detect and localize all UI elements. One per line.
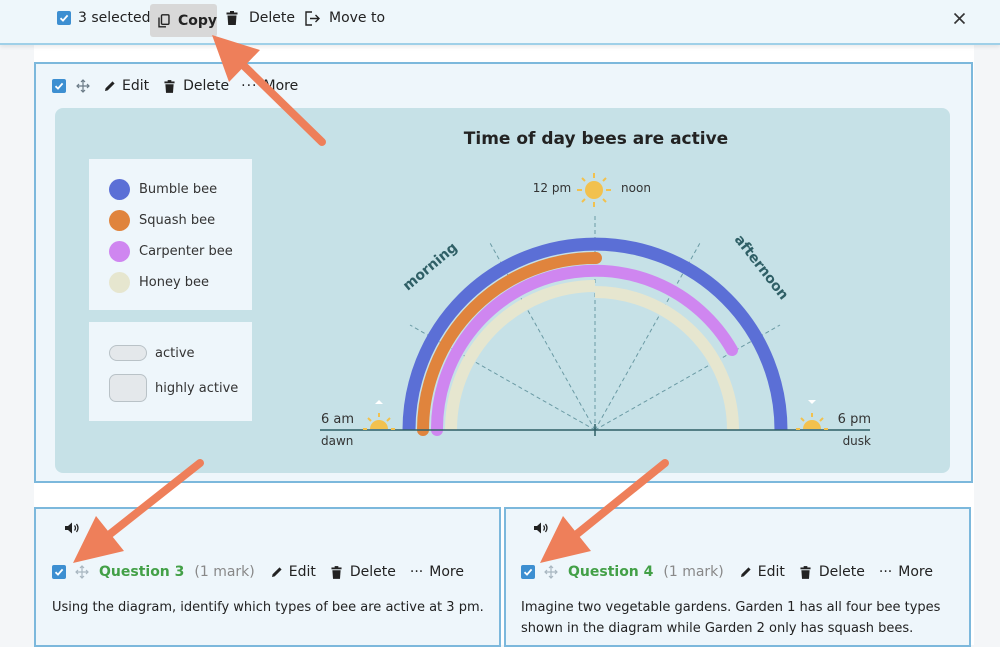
pencil-icon	[271, 567, 282, 577]
trash-icon	[226, 11, 238, 25]
ellipsis-icon: ···	[878, 564, 893, 580]
move-to-icon	[305, 10, 320, 26]
edit-label: Edit	[288, 564, 316, 580]
dusk-time-label: 6 pm	[838, 412, 871, 427]
edit-button[interactable]: Edit	[271, 564, 316, 580]
question-text: Using the diagram, identify which types …	[52, 597, 492, 618]
question-text-line: Imagine two vegetable gardens. Garden 1 …	[521, 600, 941, 615]
question-mark: (1 mark)	[194, 564, 255, 580]
noon-sun-icon	[577, 173, 611, 207]
morning-label: morning	[400, 240, 461, 295]
question-title[interactable]: Question 4	[568, 564, 653, 580]
delete-label: Delete	[249, 10, 295, 26]
question-mark: (1 mark)	[663, 564, 724, 580]
dawn-time-label: 6 am	[321, 412, 354, 427]
close-button[interactable]	[953, 0, 966, 36]
delete-button[interactable]: Delete	[331, 564, 396, 580]
edit-label: Edit	[757, 564, 785, 580]
drag-handle-icon[interactable]	[544, 565, 558, 579]
delete-button[interactable]: Delete	[800, 564, 865, 580]
select-all-toggle[interactable]: 3 selected	[57, 0, 150, 36]
checkbox-checked-icon[interactable]	[57, 11, 71, 25]
copy-label: Copy	[177, 12, 217, 29]
speaker-icon[interactable]	[533, 521, 549, 535]
selected-count: 3 selected	[78, 10, 151, 26]
more-label: More	[898, 564, 933, 580]
delete-label: Delete	[818, 564, 865, 580]
close-icon[interactable]	[953, 12, 966, 25]
speaker-icon[interactable]	[64, 521, 80, 535]
question-toolbar: Question 3 (1 mark) Edit Delete ··· More	[52, 564, 464, 580]
trash-icon	[800, 565, 811, 579]
honey-bee-arc-afternoon	[594, 286, 739, 431]
question-text: Imagine two vegetable gardens. Garden 1 …	[521, 597, 961, 639]
more-button[interactable]: ··· More	[410, 564, 464, 580]
selection-toolbar: 3 selected Copy Delete Move to	[0, 0, 1000, 45]
more-button[interactable]: ··· More	[879, 564, 933, 580]
sunrise-icon	[363, 400, 395, 430]
question-toolbar: Question 4 (1 mark) Edit Delete ··· More	[521, 564, 933, 580]
copy-icon	[158, 13, 170, 27]
more-label: More	[429, 564, 464, 580]
delete-label: Delete	[349, 564, 396, 580]
question-text-line: Using the diagram, identify which types …	[52, 600, 484, 615]
ellipsis-icon: ···	[409, 564, 424, 580]
copy-button[interactable]: Copy	[150, 4, 217, 37]
move-to-button[interactable]: Move to	[305, 0, 385, 36]
checkbox-checked-icon[interactable]	[52, 565, 66, 579]
delete-button[interactable]: Delete	[226, 0, 295, 36]
edit-button[interactable]: Edit	[740, 564, 785, 580]
dusk-word-label: dusk	[843, 434, 871, 448]
checkbox-checked-icon[interactable]	[521, 565, 535, 579]
trash-icon	[331, 565, 342, 579]
dawn-word-label: dawn	[321, 434, 353, 448]
pencil-icon	[740, 567, 751, 577]
noon-time-label: 12 pm	[533, 181, 571, 195]
figure-title: Time of day bees are active	[464, 129, 728, 149]
noon-word-label: noon	[621, 181, 651, 195]
move-to-label: Move to	[329, 10, 386, 26]
drag-handle-icon[interactable]	[75, 565, 89, 579]
question-title[interactable]: Question 3	[99, 564, 184, 580]
afternoon-label: afternoon	[731, 232, 792, 303]
sunset-icon	[796, 400, 828, 430]
